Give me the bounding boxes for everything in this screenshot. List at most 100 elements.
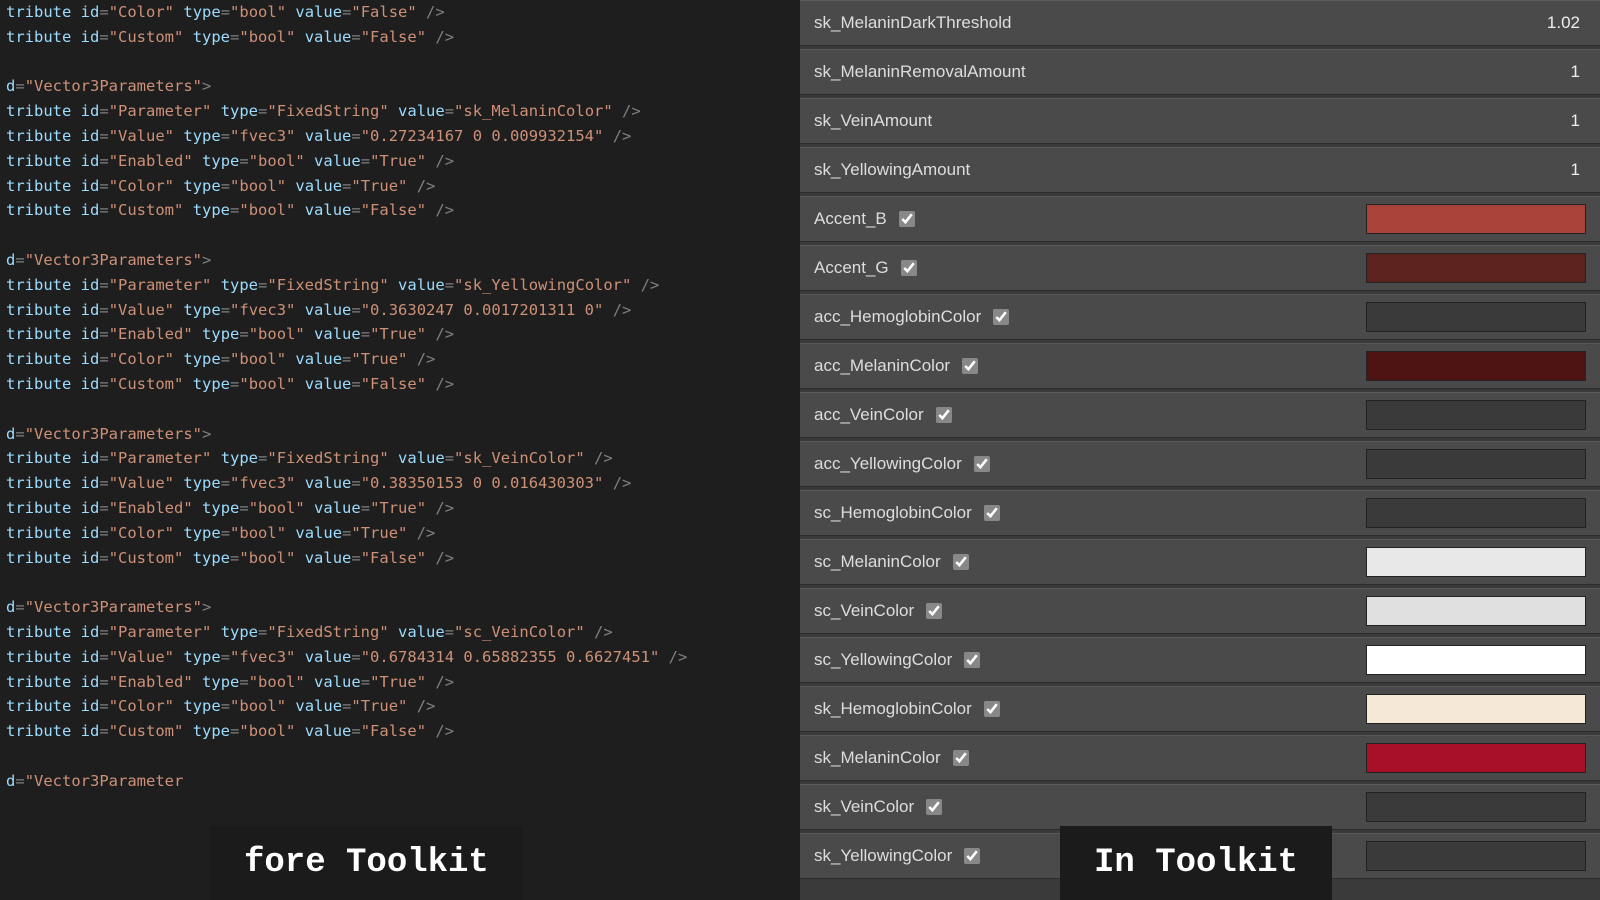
property-label: sk_YellowingColor: [814, 842, 952, 869]
xml-line[interactable]: d="Vector3Parameters">: [6, 248, 792, 273]
property-label: acc_YellowingColor: [814, 450, 962, 477]
property-row[interactable]: sk_MelaninRemovalAmount1: [800, 49, 1600, 95]
xml-line[interactable]: tribute id="Value" type="fvec3" value="0…: [6, 124, 792, 149]
color-swatch[interactable]: [1366, 645, 1586, 675]
xml-line[interactable]: tribute id="Color" type="bool" value="Tr…: [6, 694, 792, 719]
enable-checkbox[interactable]: [899, 211, 915, 227]
property-label: sc_HemoglobinColor: [814, 499, 972, 526]
property-row[interactable]: sk_VeinColor: [800, 784, 1600, 830]
xml-line[interactable]: tribute id="Color" type="bool" value="Fa…: [6, 0, 792, 25]
enable-checkbox[interactable]: [974, 456, 990, 472]
caption-before: fore Toolkit: [210, 826, 523, 900]
xml-line[interactable]: tribute id="Color" type="bool" value="Tr…: [6, 521, 792, 546]
property-label: sk_VeinColor: [814, 793, 914, 820]
property-row[interactable]: sk_MelaninDarkThreshold1.02: [800, 0, 1600, 46]
enable-checkbox[interactable]: [962, 358, 978, 374]
property-row[interactable]: acc_MelaninColor: [800, 343, 1600, 389]
xml-editor[interactable]: tribute id="Color" type="bool" value="Fa…: [0, 0, 800, 900]
color-swatch[interactable]: [1366, 253, 1586, 283]
property-value[interactable]: 1: [1571, 107, 1586, 134]
xml-line[interactable]: tribute id="Custom" type="bool" value="F…: [6, 198, 792, 223]
xml-line[interactable]: tribute id="Enabled" type="bool" value="…: [6, 670, 792, 695]
xml-line[interactable]: tribute id="Value" type="fvec3" value="0…: [6, 645, 792, 670]
property-row[interactable]: sc_MelaninColor: [800, 539, 1600, 585]
xml-line[interactable]: tribute id="Parameter" type="FixedString…: [6, 446, 792, 471]
xml-line[interactable]: tribute id="Enabled" type="bool" value="…: [6, 149, 792, 174]
xml-line[interactable]: tribute id="Custom" type="bool" value="F…: [6, 372, 792, 397]
enable-checkbox[interactable]: [926, 799, 942, 815]
xml-line[interactable]: [6, 744, 792, 769]
color-swatch[interactable]: [1366, 694, 1586, 724]
xml-line[interactable]: tribute id="Value" type="fvec3" value="0…: [6, 298, 792, 323]
xml-line[interactable]: tribute id="Enabled" type="bool" value="…: [6, 496, 792, 521]
enable-checkbox[interactable]: [984, 701, 1000, 717]
property-row[interactable]: sk_HemoglobinColor: [800, 686, 1600, 732]
property-row[interactable]: sc_VeinColor: [800, 588, 1600, 634]
property-label: acc_MelaninColor: [814, 352, 950, 379]
xml-line[interactable]: d="Vector3Parameter: [6, 769, 792, 794]
property-label: sc_YellowingColor: [814, 646, 952, 673]
xml-line[interactable]: tribute id="Parameter" type="FixedString…: [6, 273, 792, 298]
xml-line[interactable]: d="Vector3Parameters">: [6, 74, 792, 99]
property-row[interactable]: Accent_B: [800, 196, 1600, 242]
enable-checkbox[interactable]: [926, 603, 942, 619]
xml-line[interactable]: tribute id="Parameter" type="FixedString…: [6, 99, 792, 124]
property-row[interactable]: sc_YellowingColor: [800, 637, 1600, 683]
color-swatch[interactable]: [1366, 498, 1586, 528]
xml-line[interactable]: tribute id="Enabled" type="bool" value="…: [6, 322, 792, 347]
property-label: sc_MelaninColor: [814, 548, 941, 575]
xml-line[interactable]: [6, 570, 792, 595]
caption-in: In Toolkit: [1060, 826, 1332, 900]
enable-checkbox[interactable]: [993, 309, 1009, 325]
enable-checkbox[interactable]: [936, 407, 952, 423]
enable-checkbox[interactable]: [953, 554, 969, 570]
property-value[interactable]: 1: [1571, 156, 1586, 183]
xml-line[interactable]: tribute id="Custom" type="bool" value="F…: [6, 719, 792, 744]
property-label: sk_MelaninDarkThreshold: [814, 9, 1547, 36]
property-label: sk_MelaninColor: [814, 744, 941, 771]
enable-checkbox[interactable]: [964, 652, 980, 668]
property-row[interactable]: sc_HemoglobinColor: [800, 490, 1600, 536]
color-swatch[interactable]: [1366, 792, 1586, 822]
enable-checkbox[interactable]: [901, 260, 917, 276]
xml-line[interactable]: tribute id="Color" type="bool" value="Tr…: [6, 347, 792, 372]
xml-line[interactable]: [6, 50, 792, 75]
xml-line[interactable]: d="Vector3Parameters">: [6, 422, 792, 447]
property-label: Accent_B: [814, 205, 887, 232]
xml-line[interactable]: tribute id="Custom" type="bool" value="F…: [6, 25, 792, 50]
xml-line[interactable]: d="Vector3Parameters">: [6, 595, 792, 620]
xml-line[interactable]: [6, 397, 792, 422]
property-row[interactable]: acc_VeinColor: [800, 392, 1600, 438]
property-row[interactable]: Accent_G: [800, 245, 1600, 291]
property-value[interactable]: 1.02: [1547, 9, 1586, 36]
xml-line[interactable]: [6, 223, 792, 248]
color-swatch[interactable]: [1366, 743, 1586, 773]
color-swatch[interactable]: [1366, 449, 1586, 479]
property-row[interactable]: sk_VeinAmount1: [800, 98, 1600, 144]
color-swatch[interactable]: [1366, 547, 1586, 577]
property-label: sk_MelaninRemovalAmount: [814, 58, 1571, 85]
xml-line[interactable]: tribute id="Color" type="bool" value="Tr…: [6, 174, 792, 199]
enable-checkbox[interactable]: [964, 848, 980, 864]
xml-line[interactable]: tribute id="Custom" type="bool" value="F…: [6, 546, 792, 571]
color-swatch[interactable]: [1366, 204, 1586, 234]
color-swatch[interactable]: [1366, 841, 1586, 871]
property-row[interactable]: acc_YellowingColor: [800, 441, 1600, 487]
xml-line[interactable]: tribute id="Value" type="fvec3" value="0…: [6, 471, 792, 496]
property-row[interactable]: sk_YellowingAmount1: [800, 147, 1600, 193]
color-swatch[interactable]: [1366, 302, 1586, 332]
color-swatch[interactable]: [1366, 596, 1586, 626]
color-swatch[interactable]: [1366, 400, 1586, 430]
property-label: sk_HemoglobinColor: [814, 695, 972, 722]
enable-checkbox[interactable]: [984, 505, 1000, 521]
property-row[interactable]: acc_HemoglobinColor: [800, 294, 1600, 340]
property-label: Accent_G: [814, 254, 889, 281]
property-row[interactable]: sk_MelaninColor: [800, 735, 1600, 781]
xml-line[interactable]: tribute id="Parameter" type="FixedString…: [6, 620, 792, 645]
property-label: acc_VeinColor: [814, 401, 924, 428]
property-value[interactable]: 1: [1571, 58, 1586, 85]
enable-checkbox[interactable]: [953, 750, 969, 766]
color-swatch[interactable]: [1366, 351, 1586, 381]
property-label: acc_HemoglobinColor: [814, 303, 981, 330]
property-inspector[interactable]: sk_MelaninDarkThreshold1.02sk_MelaninRem…: [800, 0, 1600, 900]
